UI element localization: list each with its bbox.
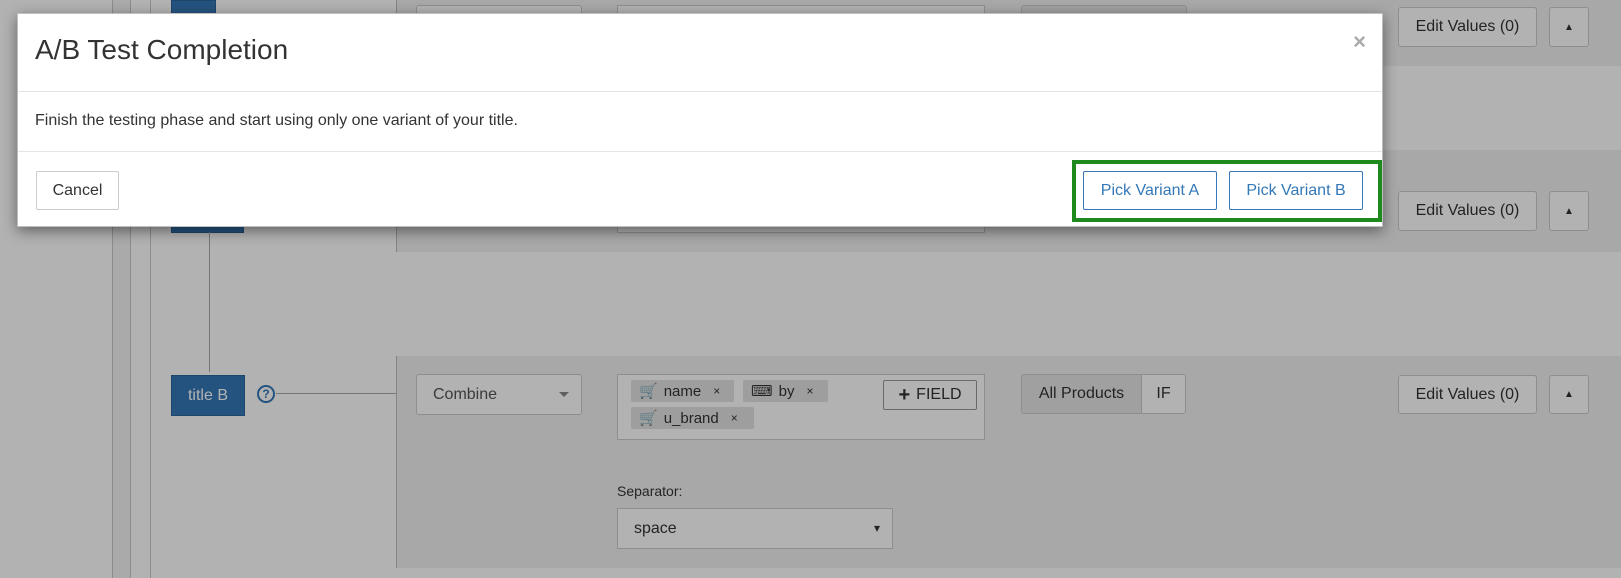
modal-title: A/B Test Completion: [35, 34, 289, 65]
pick-variant-a-button[interactable]: Pick Variant A: [1083, 171, 1217, 210]
modal-body: Finish the testing phase and start using…: [18, 92, 1382, 152]
modal-body-text: Finish the testing phase and start using…: [35, 112, 518, 129]
ab-test-completion-dialog: A/B Test Completion × Finish the testing…: [17, 13, 1383, 227]
pick-variant-b-button[interactable]: Pick Variant B: [1229, 171, 1363, 210]
modal-footer: Cancel Pick Variant A Pick Variant B: [18, 152, 1382, 227]
close-icon[interactable]: ×: [1353, 29, 1366, 55]
cancel-button[interactable]: Cancel: [36, 171, 119, 210]
modal-header: A/B Test Completion ×: [18, 14, 1382, 92]
